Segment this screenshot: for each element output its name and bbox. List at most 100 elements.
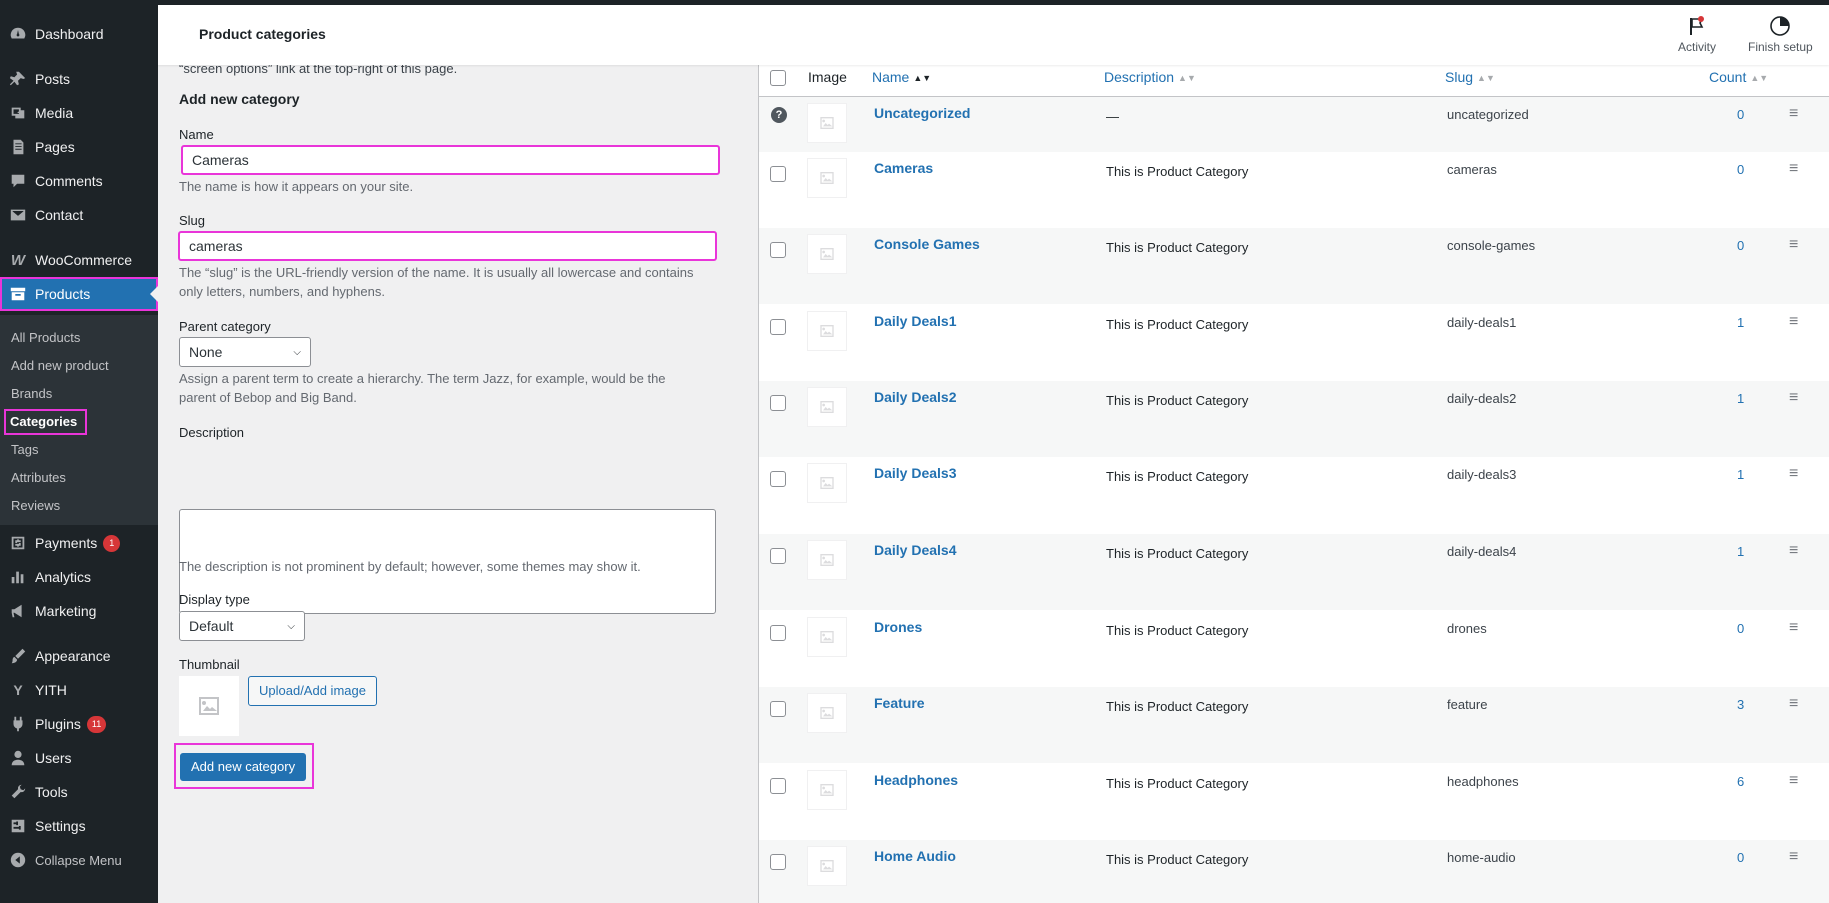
name-input[interactable]: [181, 145, 720, 175]
category-name-link[interactable]: Feature: [874, 695, 925, 711]
sidebar-item-label: Plugins: [35, 716, 81, 732]
row-checkbox[interactable]: [770, 395, 786, 411]
table-row: Console Games This is Product Category con…: [759, 228, 1829, 304]
sidebar-item-contact[interactable]: Contact: [0, 198, 158, 232]
display-type-select[interactable]: Default ⌵: [179, 611, 305, 641]
products-submenu: All Products Add new product Brands Cate…: [0, 315, 158, 525]
sidebar-item-media[interactable]: Media: [0, 96, 158, 130]
drag-handle-icon[interactable]: ≡: [1789, 389, 1798, 407]
parent-category-select[interactable]: None ⌵: [179, 337, 311, 367]
submenu-reviews[interactable]: Reviews: [11, 495, 60, 517]
sidebar-item-products[interactable]: Products: [0, 277, 158, 311]
submenu-add-new-product[interactable]: Add new product: [11, 355, 109, 377]
category-name-link[interactable]: Headphones: [874, 772, 958, 788]
drag-handle-icon[interactable]: ≡: [1789, 695, 1798, 713]
category-slug: daily-deals3: [1447, 467, 1517, 482]
category-count-link[interactable]: 0: [1737, 107, 1744, 122]
slug-input[interactable]: [178, 231, 717, 261]
category-name-link[interactable]: Daily Deals2: [874, 389, 957, 405]
table-row: Daily Deals3 This is Product Category dail…: [759, 457, 1829, 533]
category-name-link[interactable]: Cameras: [874, 160, 933, 176]
submenu-attributes[interactable]: Attributes: [11, 467, 66, 489]
sidebar-item-posts[interactable]: Posts: [0, 62, 158, 96]
add-category-form: “screen options” link at the top-right o…: [158, 61, 758, 903]
category-name-link[interactable]: Drones: [874, 619, 922, 635]
column-count[interactable]: Count ▲▼: [1709, 69, 1768, 85]
category-thumbnail: [807, 693, 847, 733]
row-checkbox[interactable]: [770, 701, 786, 717]
category-count-link[interactable]: 0: [1737, 162, 1744, 177]
category-name-link[interactable]: Console Games: [874, 236, 980, 252]
row-checkbox[interactable]: [770, 778, 786, 794]
drag-handle-icon[interactable]: ≡: [1789, 105, 1798, 123]
name-label: Name: [179, 127, 214, 142]
category-count-link[interactable]: 1: [1737, 467, 1744, 482]
flag-icon: [1690, 16, 1704, 35]
row-checkbox[interactable]: [770, 625, 786, 641]
category-count-link[interactable]: 0: [1737, 621, 1744, 636]
sidebar-item-users[interactable]: Users: [0, 741, 158, 775]
sidebar-item-label: Tools: [35, 784, 68, 800]
drag-handle-icon[interactable]: ≡: [1789, 542, 1798, 560]
row-checkbox[interactable]: [770, 471, 786, 487]
sidebar-item-settings[interactable]: Settings: [0, 809, 158, 843]
sidebar-item-plugins[interactable]: Plugins 11: [0, 707, 158, 741]
sidebar-item-appearance[interactable]: Appearance: [0, 639, 158, 673]
row-checkbox[interactable]: [770, 548, 786, 564]
upload-image-button[interactable]: Upload/Add image: [248, 676, 377, 706]
sidebar-item-tools[interactable]: Tools: [0, 775, 158, 809]
sidebar-item-comments[interactable]: Comments: [0, 164, 158, 198]
category-slug: cameras: [1447, 162, 1497, 177]
payments-icon: [8, 533, 28, 553]
drag-handle-icon[interactable]: ≡: [1789, 236, 1798, 254]
sidebar-item-yith[interactable]: Y YITH: [0, 673, 158, 707]
category-thumbnail: [807, 846, 847, 886]
column-name[interactable]: Name ▲▼: [872, 69, 931, 85]
drag-handle-icon[interactable]: ≡: [1789, 619, 1798, 637]
select-all-checkbox[interactable]: [770, 70, 786, 86]
collapse-menu-button[interactable]: Collapse Menu: [0, 843, 158, 877]
submenu-categories[interactable]: Categories: [3, 409, 88, 435]
category-count-link[interactable]: 0: [1737, 238, 1744, 253]
submenu-brands[interactable]: Brands: [11, 383, 52, 405]
drag-handle-icon[interactable]: ≡: [1789, 772, 1798, 790]
sidebar-item-woocommerce[interactable]: W WooCommerce: [0, 243, 158, 277]
category-name-link[interactable]: Daily Deals3: [874, 465, 957, 481]
category-name-link[interactable]: Daily Deals4: [874, 542, 957, 558]
activity-button[interactable]: Activity: [1678, 15, 1716, 54]
image-placeholder-icon: [820, 117, 834, 129]
add-new-category-button[interactable]: Add new category: [180, 753, 307, 781]
submenu-tags[interactable]: Tags: [11, 439, 38, 461]
drag-handle-icon[interactable]: ≡: [1789, 848, 1798, 866]
category-count-link[interactable]: 1: [1737, 544, 1744, 559]
drag-handle-icon[interactable]: ≡: [1789, 160, 1798, 178]
finish-setup-button[interactable]: Finish setup: [1748, 15, 1813, 54]
category-count-link[interactable]: 0: [1737, 850, 1744, 865]
category-thumbnail: [807, 463, 847, 503]
row-checkbox[interactable]: [770, 319, 786, 335]
category-name-link[interactable]: Uncategorized: [874, 105, 970, 121]
category-count-link[interactable]: 3: [1737, 697, 1744, 712]
drag-handle-icon[interactable]: ≡: [1789, 465, 1798, 483]
column-slug[interactable]: Slug ▲▼: [1445, 69, 1495, 85]
category-count-link[interactable]: 1: [1737, 391, 1744, 406]
drag-handle-icon[interactable]: ≡: [1789, 313, 1798, 331]
category-count-link[interactable]: 6: [1737, 774, 1744, 789]
column-description[interactable]: Description ▲▼: [1104, 69, 1196, 85]
sidebar-item-analytics[interactable]: Analytics: [0, 560, 158, 594]
row-checkbox[interactable]: [770, 854, 786, 870]
plug-icon: [8, 714, 28, 734]
sidebar-item-payments[interactable]: Payments 1: [0, 526, 158, 560]
category-name-link[interactable]: Daily Deals1: [874, 313, 957, 329]
row-checkbox[interactable]: [770, 242, 786, 258]
sidebar-item-dashboard[interactable]: Dashboard: [0, 17, 158, 51]
row-checkbox[interactable]: [770, 166, 786, 182]
submenu-all-products[interactable]: All Products: [11, 327, 80, 349]
woo-icon: W: [10, 251, 26, 269]
sidebar-item-pages[interactable]: Pages: [0, 130, 158, 164]
sidebar-item-label: Dashboard: [35, 26, 104, 42]
category-count-link[interactable]: 1: [1737, 315, 1744, 330]
sidebar-item-label: Products: [35, 286, 91, 302]
sidebar-item-marketing[interactable]: Marketing: [0, 594, 158, 628]
category-name-link[interactable]: Home Audio: [874, 848, 956, 864]
